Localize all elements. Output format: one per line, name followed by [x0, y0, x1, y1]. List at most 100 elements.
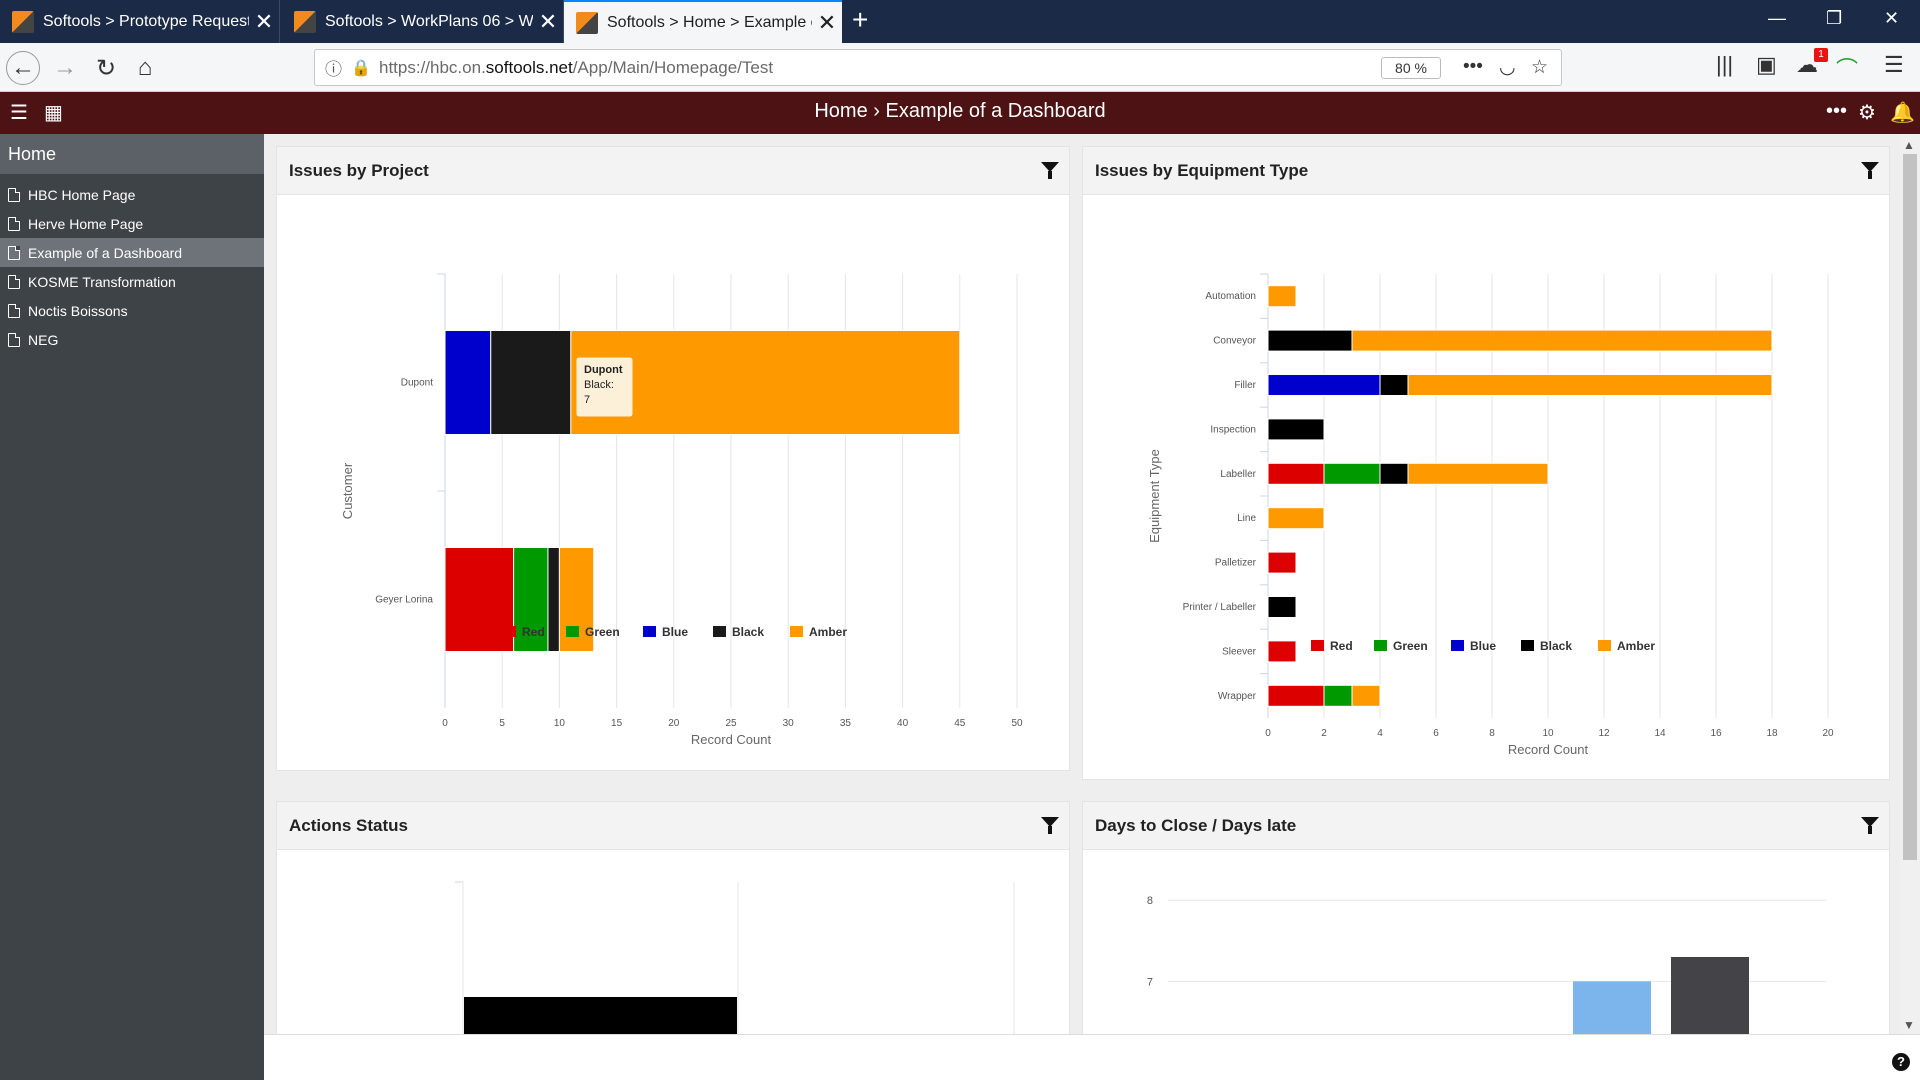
sidebar-item-herve-home-page[interactable]: Herve Home Page [0, 209, 264, 238]
x-tick-label: 0 [442, 718, 448, 729]
legend-swatch-black [713, 626, 726, 637]
browser-tab[interactable]: Softools > Prototype Requests ✕ [0, 0, 280, 43]
scrollbar-thumb[interactable] [1903, 154, 1917, 860]
library-icon[interactable]: ||| [1716, 52, 1733, 78]
bar-segment-red [1267, 462, 1325, 485]
filter-icon[interactable] [1861, 162, 1879, 179]
sidebar: Home HBC Home Page Herve Home Page Examp… [0, 134, 264, 1080]
home-icon[interactable]: ⌂ [128, 51, 162, 85]
vertical-scrollbar[interactable]: ▲ ▼ [1900, 134, 1920, 1034]
tab-title: Softools > Prototype Requests [43, 12, 249, 30]
sidebar-home[interactable]: Home [0, 134, 264, 174]
y-tick-label: Wrapper [1218, 691, 1257, 702]
x-tick-label: 20 [668, 718, 680, 729]
legend-label-blue: Blue [1470, 639, 1496, 653]
panel-title: Issues by Project [289, 161, 429, 180]
bookmark-star-icon[interactable]: ☆ [1531, 56, 1548, 79]
legend-swatch-amber [790, 626, 803, 637]
info-icon[interactable]: ⓘ [325, 55, 351, 80]
filter-icon[interactable] [1861, 817, 1879, 834]
back-icon[interactable]: ← [6, 51, 40, 85]
scroll-up-icon[interactable]: ▲ [1903, 138, 1915, 152]
legend-label-amber: Amber [809, 625, 847, 639]
close-tab-icon[interactable]: ✕ [249, 9, 279, 35]
browser-tab-active[interactable]: Softools > Home > Example of ✕ [564, 0, 842, 43]
x-tick-label: 20 [1822, 728, 1834, 739]
minimize-icon[interactable]: — [1768, 8, 1786, 29]
bar-segment-amber [1407, 462, 1549, 485]
dashboard-content: Issues by Project 0 5 10 15 20 25 30 35 40 45 50 Du… [264, 134, 1920, 1034]
y-axis-title: Equipment Type [1147, 449, 1162, 543]
restore-icon[interactable]: ❐ [1826, 8, 1842, 29]
close-tab-icon[interactable]: ✕ [812, 10, 842, 36]
pocket-icon[interactable]: ◡ [1499, 56, 1516, 79]
x-tick-label: 10 [1542, 728, 1554, 739]
reload-icon[interactable]: ↻ [89, 51, 123, 85]
legend-swatch-amber [1598, 640, 1611, 651]
sidebar-item-label: NEG [28, 331, 59, 348]
y-axis-title: Customer [340, 462, 355, 519]
bar-segment-amber [1351, 684, 1381, 707]
sidebar-item-neg[interactable]: NEG [0, 325, 264, 354]
panel-header: Actions Status [277, 802, 1069, 850]
help-icon[interactable]: ? [1892, 1053, 1910, 1071]
x-tick-label: 6 [1433, 728, 1439, 739]
x-tick-label: 18 [1766, 728, 1778, 739]
bar [1573, 981, 1651, 1034]
close-window-icon[interactable]: ✕ [1884, 8, 1899, 29]
x-tick-label: 10 [554, 718, 566, 729]
document-icon [8, 332, 20, 347]
settings-gear-icon[interactable]: ⚙ [1858, 100, 1876, 125]
panel-header: Issues by Equipment Type [1083, 147, 1889, 195]
x-tick-label: 5 [499, 718, 505, 729]
panel-issues-by-project: Issues by Project 0 5 10 15 20 25 30 35 40 45 50 Du… [276, 146, 1070, 771]
filter-icon[interactable] [1041, 162, 1059, 179]
sidebar-item-label: Noctis Boissons [28, 302, 128, 319]
legend-label-red: Red [522, 625, 545, 639]
browser-tab-strip: Softools > Prototype Requests ✕ Softools… [0, 0, 1920, 43]
bar-segment-black [547, 547, 560, 652]
sidebar-item-example-of-a-dashboard[interactable]: Example of a Dashboard [0, 238, 264, 267]
extension-arc-icon[interactable]: ⌒ [1836, 52, 1858, 84]
y-tick-label: 7 [1147, 976, 1153, 988]
scroll-down-icon[interactable]: ▼ [1903, 1018, 1915, 1032]
filter-icon[interactable] [1041, 817, 1059, 834]
tab-title: Softools > WorkPlans 06 > Wor [325, 12, 533, 30]
x-tick-label: 40 [897, 718, 909, 729]
url-text: https://hbc.on.softools.net/App/Main/Hom… [379, 57, 774, 77]
x-tick-label: 16 [1710, 728, 1722, 739]
sidebar-item-kosme-transformation[interactable]: KOSME Transformation [0, 267, 264, 296]
y-tick-label: Filler [1234, 380, 1256, 391]
forward-icon[interactable]: → [48, 51, 82, 85]
notification-badge: 1 [1814, 48, 1828, 62]
y-tick-label: Line [1237, 513, 1256, 524]
x-tick-label: 15 [611, 718, 623, 729]
softools-favicon-icon [294, 10, 316, 33]
sidebar-item-label: HBC Home Page [28, 186, 136, 203]
more-options-icon[interactable]: ••• [1826, 100, 1847, 123]
breadcrumb-home[interactable]: Home [814, 100, 867, 122]
bell-icon[interactable]: 🔔 [1890, 100, 1915, 125]
sidebar-item-noctis-boissons[interactable]: Noctis Boissons [0, 296, 264, 325]
page-actions-icon[interactable]: ••• [1463, 56, 1483, 78]
y-tick-label: Printer / Labeller [1183, 602, 1257, 613]
close-tab-icon[interactable]: ✕ [533, 9, 563, 35]
menu-icon[interactable]: ☰ [1884, 52, 1904, 78]
tooltip-title: Dupont [584, 364, 623, 376]
x-tick-label: 8 [1489, 728, 1495, 739]
bar-segment-black [1379, 462, 1409, 485]
x-tick-label: 12 [1598, 728, 1610, 739]
sidebar-item-hbc-home-page[interactable]: HBC Home Page [0, 180, 264, 209]
y-tick-label: 8 [1147, 895, 1153, 907]
y-tick-label: Dupont [401, 378, 433, 389]
new-tab-icon[interactable]: + [852, 4, 868, 36]
document-icon [8, 303, 20, 318]
x-tick-label: 35 [840, 718, 852, 729]
issues-by-project-chart: 0 5 10 15 20 25 30 35 40 45 50 Dupont Geyer Lorina Re… [340, 273, 1023, 747]
legend-swatch-red [1311, 640, 1324, 651]
browser-tab[interactable]: Softools > WorkPlans 06 > Wor ✕ [282, 0, 564, 43]
sidebar-toggle-icon[interactable]: ▣ [1756, 52, 1777, 78]
address-bar[interactable]: ⓘ 🔒 https://hbc.on.softools.net/App/Main… [314, 49, 1562, 86]
zoom-indicator[interactable]: 80 % [1381, 57, 1441, 79]
y-tick-label: Sleever [1222, 646, 1257, 657]
